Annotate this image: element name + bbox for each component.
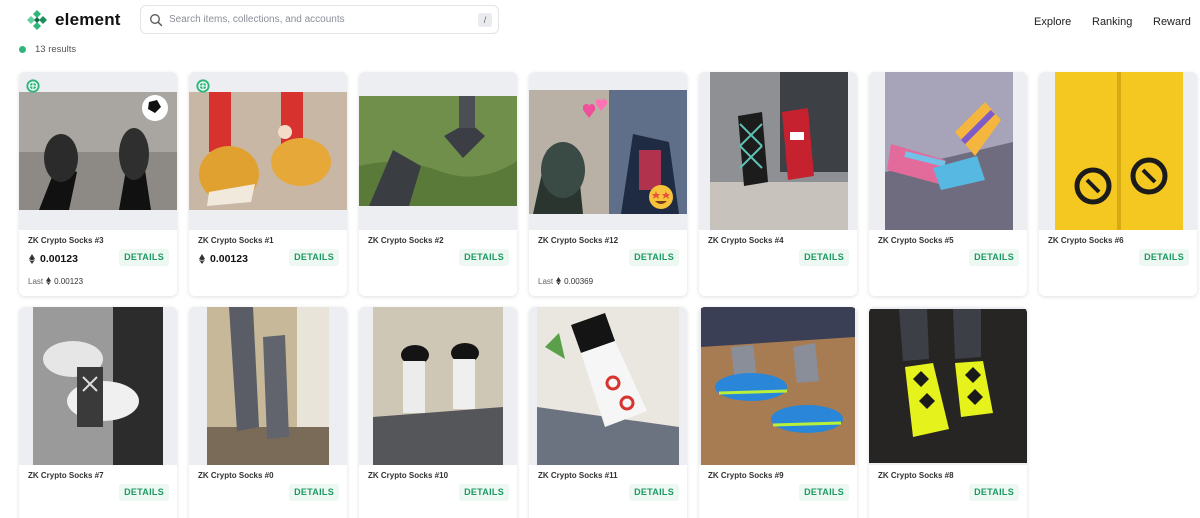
top-bar: element / Explore Ranking Reward (0, 0, 1200, 40)
status-dot-icon (19, 45, 26, 53)
eth-icon (46, 277, 51, 285)
details-button[interactable]: DETAILS (799, 249, 849, 266)
nft-card[interactable]: ZK Crypto Socks #0 DETAILS (189, 307, 347, 518)
sock-photo (537, 307, 679, 465)
results-text: 13 results (35, 43, 77, 55)
nav-explore[interactable]: Explore (1034, 16, 1071, 28)
star-struck-emoji-icon (649, 185, 673, 209)
eth-icon (556, 277, 561, 285)
card-title: ZK Crypto Socks #4 (708, 236, 784, 245)
nft-card[interactable]: ZK Crypto Socks #10 DETAILS (359, 307, 517, 518)
details-button[interactable]: DETAILS (289, 249, 339, 266)
details-button[interactable]: DETAILS (459, 484, 509, 501)
sock-photo (359, 96, 517, 206)
nft-card[interactable]: ZK Crypto Socks #3 0.00123 DETAILS Last … (19, 72, 177, 296)
hearts-emoji-icon (583, 99, 608, 118)
element-logo-icon (27, 10, 47, 30)
last-price: 0.00123 (54, 276, 84, 286)
sock-photo (885, 72, 1013, 230)
results-count: 13 results (19, 43, 76, 55)
details-button[interactable]: DETAILS (799, 484, 849, 501)
card-price: 0.00123 (199, 253, 248, 265)
nft-card[interactable]: ZK Crypto Socks #5 DETAILS (869, 72, 1027, 296)
verified-badge-icon (196, 79, 210, 93)
card-title: ZK Crypto Socks #0 (198, 471, 274, 480)
search-bar[interactable]: / (140, 5, 499, 34)
card-title: ZK Crypto Socks #10 (368, 471, 449, 480)
sock-photo (19, 92, 177, 210)
nft-image[interactable] (699, 307, 857, 465)
sock-photo (373, 307, 503, 465)
details-button[interactable]: DETAILS (1139, 249, 1189, 266)
card-title: ZK Crypto Socks #12 (538, 236, 619, 245)
nft-card[interactable]: ZK Crypto Socks #9 DETAILS (699, 307, 857, 518)
card-title: ZK Crypto Socks #8 (878, 471, 954, 480)
nft-card[interactable]: ZK Crypto Socks #6 DETAILS (1039, 72, 1197, 296)
sock-photo (701, 307, 855, 465)
details-button[interactable]: DETAILS (289, 484, 339, 501)
details-button[interactable]: DETAILS (969, 484, 1019, 501)
card-title: ZK Crypto Socks #5 (878, 236, 954, 245)
price-value: 0.00123 (40, 253, 78, 265)
nft-card[interactable]: ZK Crypto Socks #12 DETAILS Last 0.00369 (529, 72, 687, 296)
details-button[interactable]: DETAILS (629, 484, 679, 501)
nft-image[interactable] (19, 307, 177, 465)
sock-photo (1055, 72, 1183, 230)
details-button[interactable]: DETAILS (119, 484, 169, 501)
nft-image[interactable] (359, 72, 517, 230)
nft-card[interactable]: ZK Crypto Socks #8 DETAILS (869, 307, 1027, 518)
search-shortcut-key: / (478, 13, 492, 27)
card-title: ZK Crypto Socks #11 (538, 471, 618, 480)
price-value: 0.00123 (210, 253, 248, 265)
details-button[interactable]: DETAILS (119, 249, 169, 266)
sock-photo (869, 309, 1027, 463)
nft-image[interactable] (869, 307, 1027, 465)
card-title: ZK Crypto Socks #9 (708, 471, 784, 480)
search-icon (150, 13, 163, 26)
nft-image[interactable] (869, 72, 1027, 230)
verified-badge-icon (26, 79, 40, 93)
card-title: ZK Crypto Socks #7 (28, 471, 104, 480)
nft-card[interactable]: ZK Crypto Socks #2 DETAILS (359, 72, 517, 296)
brand-logo[interactable]: element (26, 8, 121, 32)
nft-card[interactable]: ZK Crypto Socks #11 DETAILS (529, 307, 687, 518)
details-button[interactable]: DETAILS (629, 249, 679, 266)
sock-photo (207, 307, 329, 465)
nft-image[interactable] (189, 72, 347, 230)
card-title: ZK Crypto Socks #3 (28, 236, 104, 245)
last-price: 0.00369 (564, 276, 594, 286)
card-title: ZK Crypto Socks #1 (198, 236, 274, 245)
last-label: Last (28, 276, 44, 286)
card-title: ZK Crypto Socks #6 (1048, 236, 1124, 245)
last-label: Last (538, 276, 554, 286)
sock-photo (710, 72, 848, 230)
card-price: 0.00123 (29, 253, 78, 265)
nft-card[interactable]: ZK Crypto Socks #4 DETAILS (699, 72, 857, 296)
card-title: ZK Crypto Socks #2 (368, 236, 444, 245)
nav-reward[interactable]: Reward (1153, 16, 1191, 28)
nft-image[interactable] (189, 307, 347, 465)
nft-image[interactable] (19, 72, 177, 230)
nav-ranking[interactable]: Ranking (1092, 16, 1132, 28)
eth-icon (29, 254, 35, 264)
search-input[interactable] (169, 14, 469, 25)
eth-icon (199, 254, 205, 264)
nft-image[interactable] (699, 72, 857, 230)
last-sale: Last 0.00369 (538, 276, 593, 286)
nft-image[interactable] (359, 307, 517, 465)
details-button[interactable]: DETAILS (459, 249, 509, 266)
details-button[interactable]: DETAILS (969, 249, 1019, 266)
nft-card[interactable]: ZK Crypto Socks #1 0.00123 DETAILS (189, 72, 347, 296)
nft-image[interactable] (529, 72, 687, 230)
nft-card[interactable]: ZK Crypto Socks #7 DETAILS (19, 307, 177, 518)
sock-photo (33, 307, 163, 465)
last-sale: Last 0.00123 (28, 276, 83, 286)
nft-image[interactable] (529, 307, 687, 465)
sock-photo (189, 92, 347, 210)
nft-image[interactable] (1039, 72, 1197, 230)
brand-name: element (55, 10, 121, 29)
